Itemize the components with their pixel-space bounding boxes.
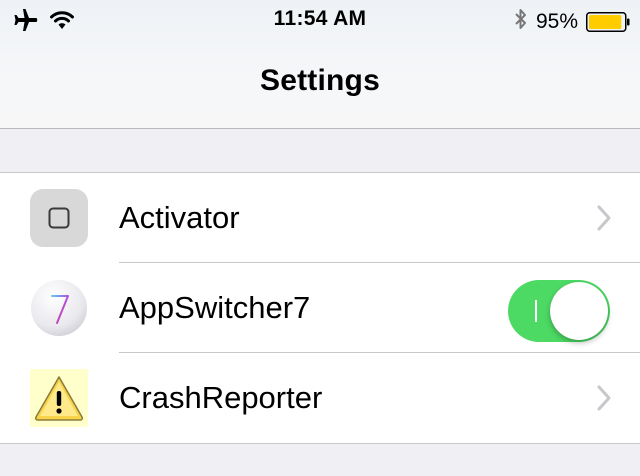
navigation-header: 11:54 AM 95% Settings — [0, 0, 640, 129]
row-label-crashreporter: CrashReporter — [119, 380, 323, 415]
crashreporter-icon — [30, 369, 88, 427]
status-bar-right: 95% — [514, 7, 630, 37]
status-bar: 11:54 AM 95% — [0, 0, 640, 40]
battery-icon — [586, 12, 630, 32]
appswitcher7-toggle[interactable] — [508, 280, 610, 342]
list-item-crashreporter[interactable]: CrashReporter — [0, 353, 640, 443]
row-label-appswitcher7: AppSwitcher7 — [119, 290, 311, 325]
bluetooth-icon — [514, 7, 528, 37]
activator-icon — [30, 189, 88, 247]
row-label-activator: Activator — [119, 200, 240, 235]
toggle-knob — [550, 282, 608, 340]
chevron-right-icon — [596, 205, 612, 231]
chevron-right-icon — [596, 385, 612, 411]
battery-percent: 95% — [535, 10, 578, 33]
list-item-activator[interactable]: Activator — [0, 173, 640, 263]
page-title: Settings — [260, 64, 380, 97]
battery-fill — [589, 15, 622, 29]
toggle-on-mark — [535, 300, 537, 322]
settings-list: Activator AppSwitcher7 CrashReporter — [0, 172, 640, 444]
list-item-appswitcher7[interactable]: AppSwitcher7 — [0, 263, 640, 353]
appswitcher7-icon — [30, 279, 88, 337]
